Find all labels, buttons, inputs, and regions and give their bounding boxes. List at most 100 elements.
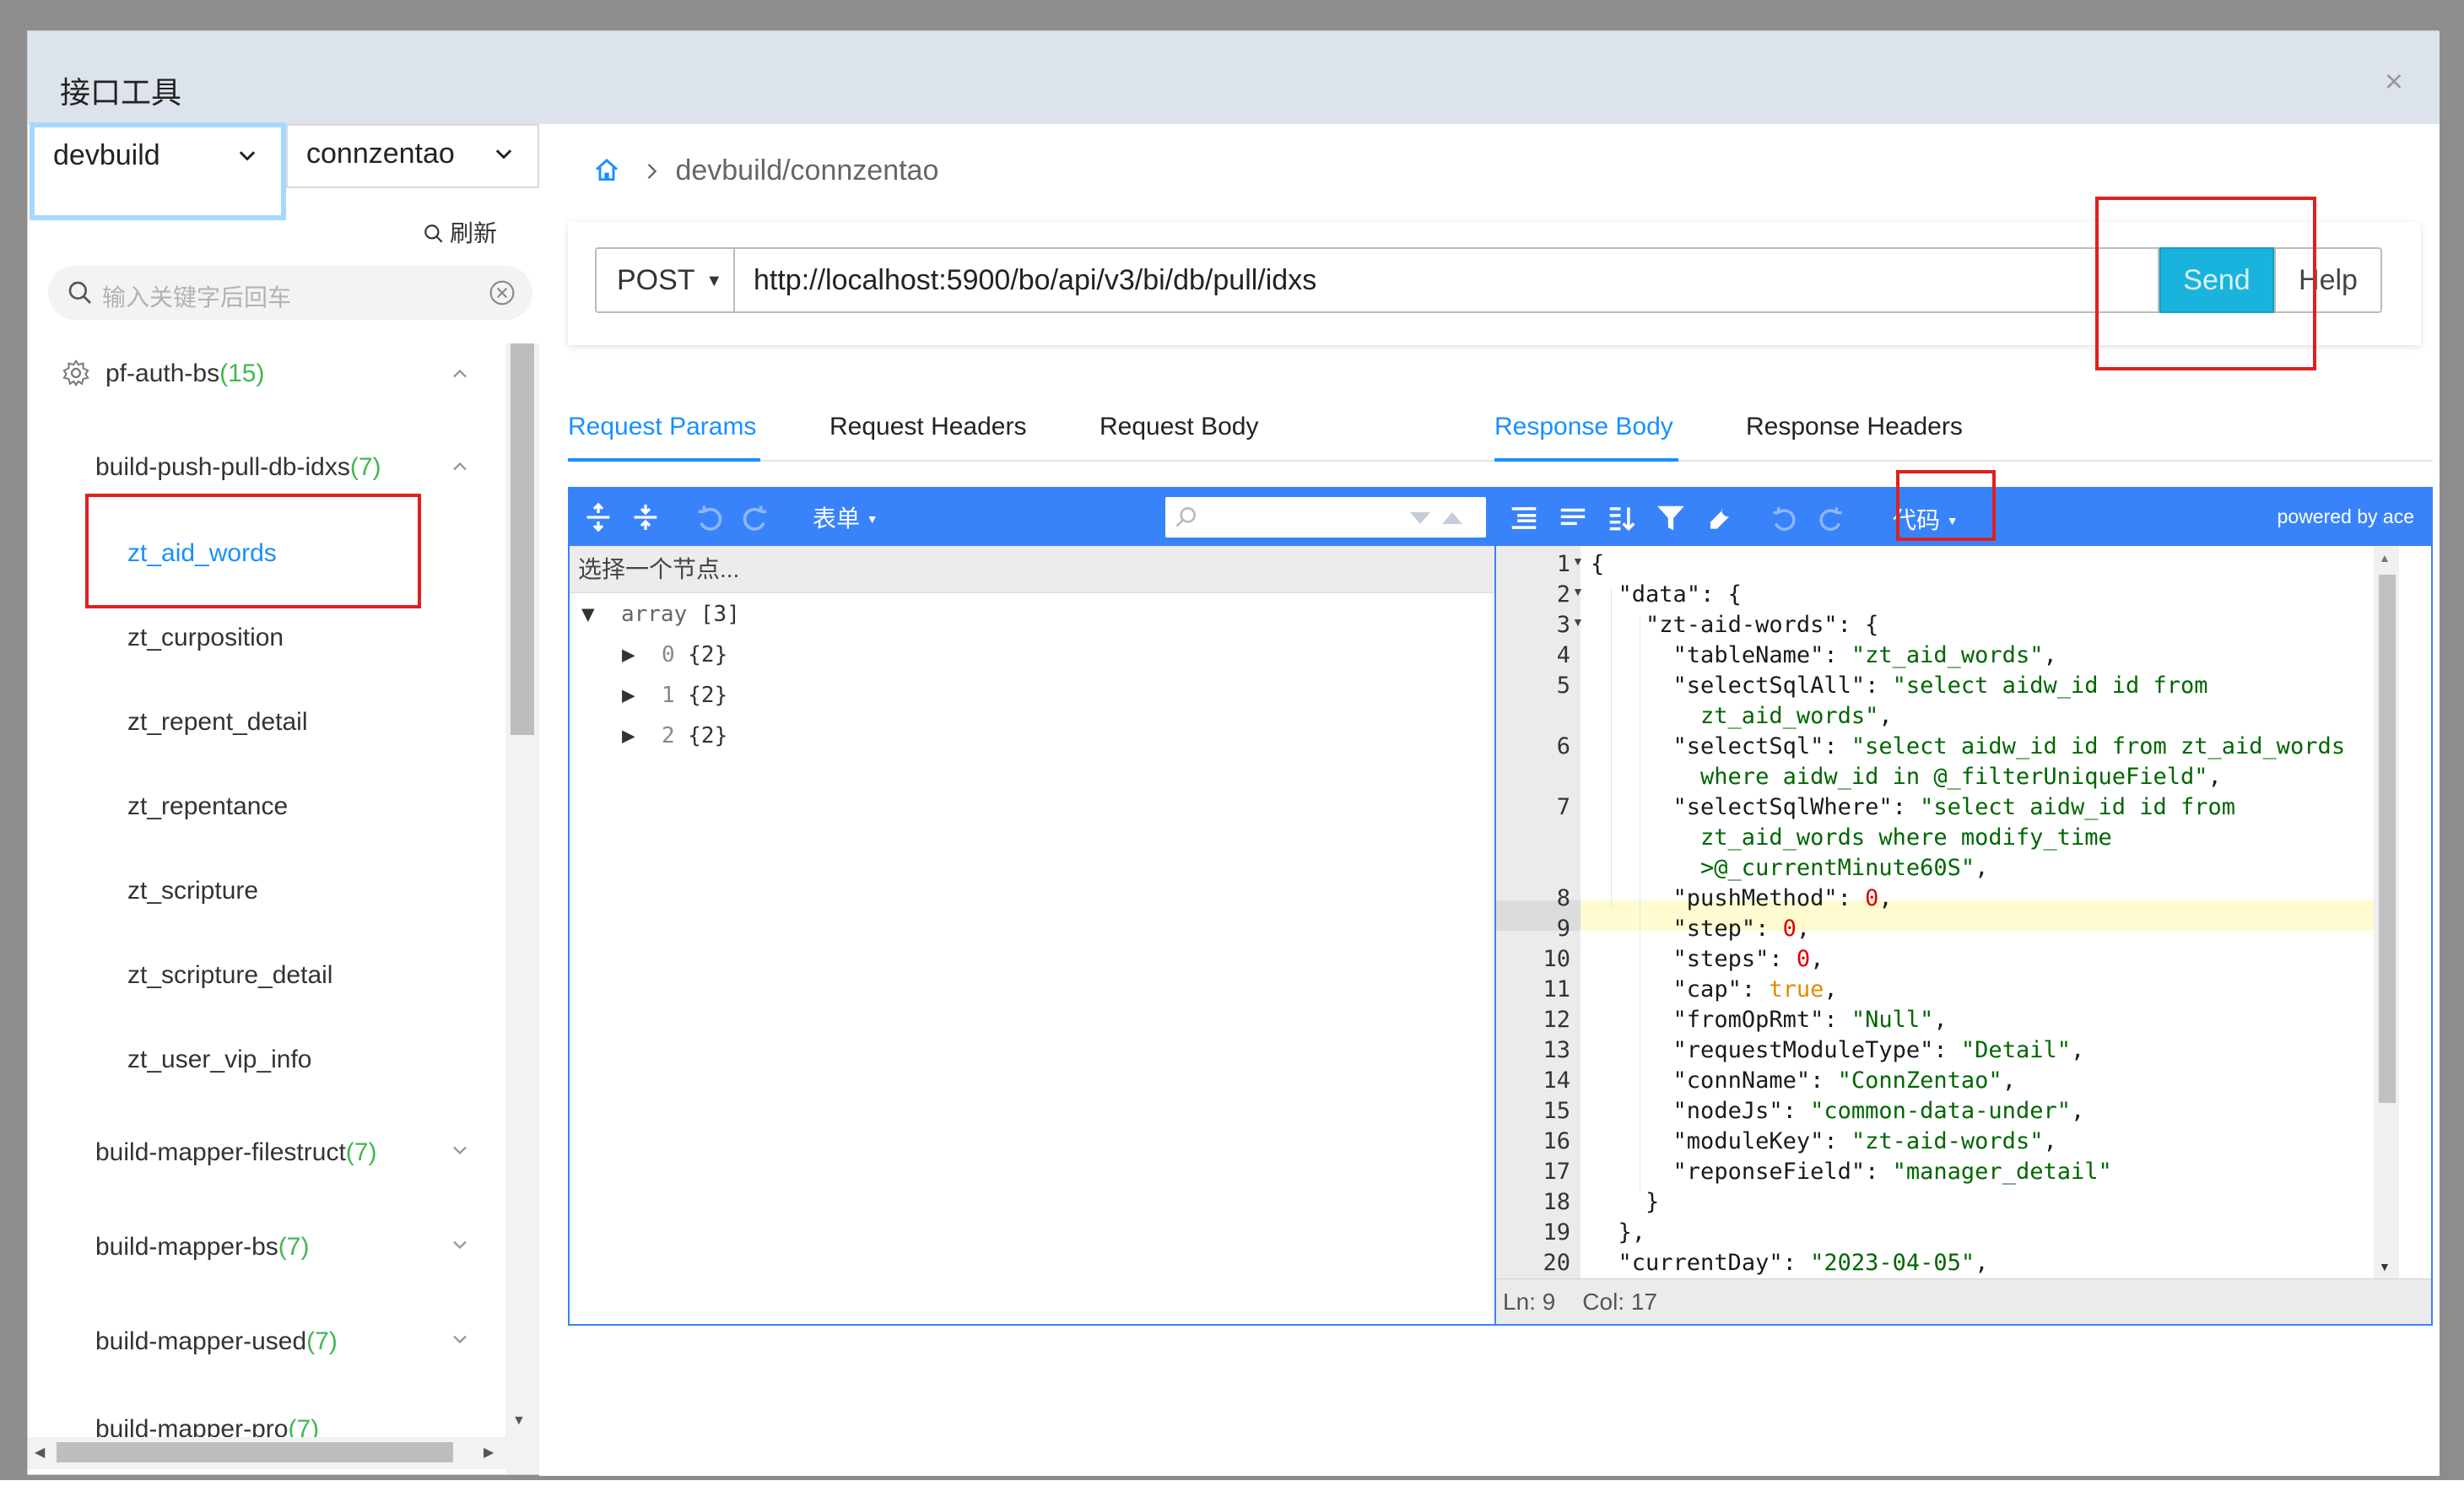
tree-leaf-zt-aid-words[interactable]: zt_aid_words xyxy=(127,539,277,568)
refresh-button[interactable]: 刷新 xyxy=(423,215,497,249)
tree-node-build-push-pull-db-idxs[interactable]: build-push-pull-db-idxs(7) xyxy=(95,453,381,482)
expand-toggle-icon[interactable]: ▶ xyxy=(622,683,635,708)
line-number: 12 xyxy=(1543,1007,1570,1033)
chevron-up-icon[interactable] xyxy=(448,455,472,478)
redo-icon[interactable] xyxy=(1815,502,1847,534)
tree-leaf-zt-user-vip-info[interactable]: zt_user_vip_info xyxy=(127,1046,311,1074)
tree-filter-input[interactable] xyxy=(1165,497,1486,538)
tree-node-build-mapper-filestruct[interactable]: build-mapper-filestruct(7) xyxy=(95,1138,376,1167)
sort-icon[interactable] xyxy=(1606,502,1638,534)
filter-prev-next-icon[interactable] xyxy=(1407,509,1466,527)
tree-leaf-zt-scripture[interactable]: zt_scripture xyxy=(127,877,258,905)
code-area[interactable]: ▼ ▼ ▼ 1{2 "data": {3 "zt-aid-words": {4 … xyxy=(1496,546,2431,1278)
format-icon[interactable] xyxy=(1508,502,1540,534)
code-token: "selectSqlWhere" xyxy=(1672,794,1893,820)
code-token: "manager_detail" xyxy=(1892,1159,2112,1185)
code-line: "moduleKey": "zt-aid-words", xyxy=(1591,1127,2431,1157)
method-select[interactable]: POST ▼ xyxy=(595,247,735,313)
scroll-up-arrow-icon[interactable]: ▲ xyxy=(2379,551,2391,565)
tree-horizontal-scroll-thumb[interactable] xyxy=(57,1442,453,1462)
line-number: 13 xyxy=(1543,1037,1570,1063)
chevron-down-icon[interactable] xyxy=(448,1138,472,1162)
collapse-all-icon[interactable] xyxy=(629,500,662,534)
undo-icon[interactable] xyxy=(1768,502,1800,534)
tree-search-input[interactable]: 输入关键字后回车 xyxy=(48,266,532,320)
code-token: : xyxy=(1865,673,1893,699)
redo-icon[interactable] xyxy=(738,500,772,534)
chevron-up-icon[interactable] xyxy=(448,362,472,386)
chevron-down-icon[interactable] xyxy=(448,1233,472,1257)
filter-icon[interactable] xyxy=(1655,502,1687,534)
tree-leaf-zt-curposition[interactable]: zt_curposition xyxy=(127,624,284,652)
tree-leaf-zt-scripture-detail[interactable]: zt_scripture_detail xyxy=(127,961,332,990)
status-col: Col: 17 xyxy=(1582,1289,1657,1315)
line-number: 16 xyxy=(1543,1128,1570,1154)
chevron-down-icon[interactable] xyxy=(448,1327,472,1351)
tab-response-body[interactable]: Response Body xyxy=(1494,413,1673,441)
undo-icon[interactable] xyxy=(693,500,727,534)
clear-icon[interactable] xyxy=(489,279,516,306)
close-icon[interactable]: × xyxy=(2374,62,2414,102)
tree-node-count: (15) xyxy=(219,359,265,387)
root-key: array xyxy=(620,602,688,627)
scroll-down-arrow-icon[interactable]: ▼ xyxy=(2379,1260,2391,1273)
code-line: }, xyxy=(1591,1218,2431,1248)
tree-node-build-mapper-used[interactable]: build-mapper-used(7) xyxy=(95,1327,338,1356)
tree-array-item[interactable]: ▶ 2 {2} xyxy=(622,723,727,748)
request-json-editor: 表单 ▼ 选择一个节点... ▼ array [3] ▶ 0 {2} ▶ 1 {… xyxy=(568,487,1506,1326)
chevron-down-icon xyxy=(495,149,512,159)
compact-icon[interactable] xyxy=(1557,502,1589,534)
code-line: "zt-aid-words": { xyxy=(1591,610,2431,640)
url-input[interactable]: http://localhost:5900/bo/api/v3/bi/db/pu… xyxy=(735,247,2159,313)
tree-leaf-zt-repentance[interactable]: zt_repentance xyxy=(127,792,288,821)
code-token: "2023-04-05" xyxy=(1810,1250,1975,1276)
line-number: 3 xyxy=(1556,612,1570,638)
expand-all-icon[interactable] xyxy=(581,500,615,534)
tree-array-item[interactable]: ▶ 1 {2} xyxy=(622,683,727,708)
workspace-select[interactable]: devbuild xyxy=(30,122,286,220)
line-number: 17 xyxy=(1543,1159,1570,1185)
tree-node-build-mapper-bs[interactable]: build-mapper-bs(7) xyxy=(95,1233,309,1262)
code-token: : xyxy=(1824,642,1851,668)
code-token: : xyxy=(1824,733,1851,759)
expand-toggle-icon[interactable]: ▼ xyxy=(581,602,595,627)
tree-leaf-zt-repent-detail[interactable]: zt_repent_detail xyxy=(127,708,308,737)
home-icon[interactable] xyxy=(593,157,620,184)
editor-status-bar: Ln: 9 Col: 17 xyxy=(1496,1278,2431,1324)
tree-root-node[interactable]: ▼ array [3] xyxy=(581,602,740,627)
line-number: 6 xyxy=(1556,733,1570,759)
line-number: 2 xyxy=(1556,581,1570,608)
tab-request-headers[interactable]: Request Headers xyxy=(829,413,1026,441)
tree-node-build-mapper-pro[interactable]: build-mapper-pro(7) xyxy=(95,1415,319,1437)
code-token: "Null" xyxy=(1851,1007,1934,1033)
line-number: 11 xyxy=(1543,976,1570,1003)
code-token: : xyxy=(1755,916,1783,942)
tree-node-count: (7) xyxy=(288,1415,320,1437)
code-line: where aidw_id in @_filterUniqueField", xyxy=(1591,762,2431,792)
code-scroll-thumb[interactable] xyxy=(2379,575,2396,1103)
tree-node-pf-auth-bs[interactable]: pf-auth-bs(15) xyxy=(62,359,264,388)
code-lines: 1{2 "data": {3 "zt-aid-words": {4 "table… xyxy=(1496,546,2374,1278)
scroll-left-arrow-icon[interactable]: ◀ xyxy=(35,1444,45,1461)
tab-response-headers[interactable]: Response Headers xyxy=(1746,413,1963,441)
db-select[interactable]: connzentao xyxy=(286,124,539,188)
expand-toggle-icon[interactable]: ▶ xyxy=(622,642,635,667)
code-token: "moduleKey" xyxy=(1672,1128,1824,1154)
expand-toggle-icon[interactable]: ▶ xyxy=(622,723,635,748)
tree-node-label: pf-auth-bs xyxy=(105,359,220,387)
tree-array-item[interactable]: ▶ 0 {2} xyxy=(622,642,727,667)
tab-request-body[interactable]: Request Body xyxy=(1100,413,1258,441)
code-token: : xyxy=(1782,1250,1811,1276)
mode-switch-button[interactable]: 表单 ▼ xyxy=(813,500,878,534)
scroll-right-arrow-icon[interactable]: ▶ xyxy=(484,1444,494,1461)
scroll-down-arrow-icon[interactable]: ▼ xyxy=(512,1413,526,1429)
tree-vertical-scroll-thumb[interactable] xyxy=(511,343,534,735)
line-number: 1 xyxy=(1556,551,1570,577)
chevron-down-icon xyxy=(239,151,256,161)
item-index: 0 xyxy=(661,642,675,667)
repair-icon[interactable] xyxy=(1704,502,1736,534)
code-line: "tableName": "zt_aid_words", xyxy=(1591,640,2431,671)
tab-request-params[interactable]: Request Params xyxy=(568,413,756,441)
